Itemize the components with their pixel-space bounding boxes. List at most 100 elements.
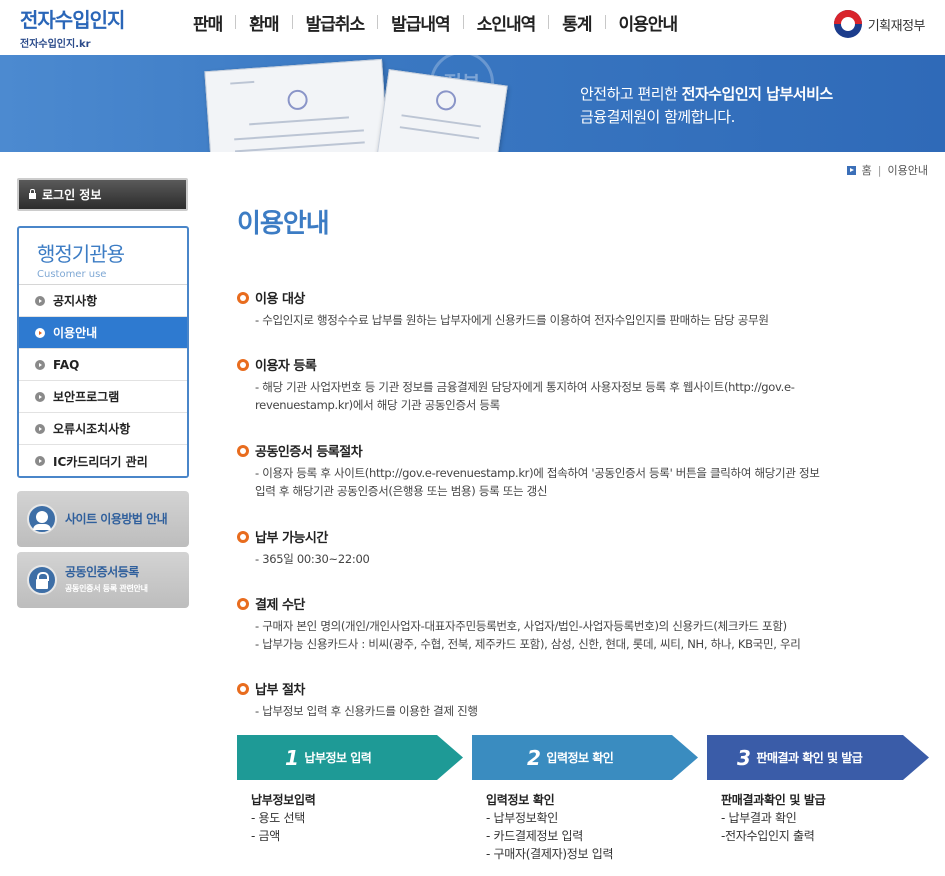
- sidebar-item-security-program[interactable]: 보안프로그램: [19, 381, 187, 413]
- sidebar-item-ic-card-reader[interactable]: IC카드리더기 관리: [19, 445, 187, 476]
- sidebar-item-faq[interactable]: FAQ: [19, 349, 187, 381]
- site-guide-label: 사이트 이용방법 안내: [65, 511, 168, 526]
- banner-line1-bold: 전자수입인지 납부서비스: [681, 85, 834, 103]
- cert-line: [230, 80, 255, 85]
- step-number: 3: [737, 745, 751, 770]
- step-1-payment-info: 1 납부정보 입력: [237, 735, 463, 780]
- certificate-illustration: [204, 58, 390, 152]
- banner-line1-prefix: 안전하고 편리한: [580, 85, 682, 103]
- section-line: - 이용자 등록 후 사이트(http://gov.e-revenuestamp…: [255, 466, 820, 480]
- step-2-verify-info: 2 입력정보 확인: [472, 735, 698, 780]
- orange-circle-bullet-icon: [237, 530, 249, 543]
- section-heading: 납부 절차: [237, 679, 937, 698]
- step-title: 입력정보 확인: [546, 751, 614, 765]
- step-details-item: - 금액: [251, 829, 281, 843]
- step-label: 1 납부정보 입력: [285, 735, 372, 780]
- step-title: 판매결과 확인 및 발급: [756, 751, 863, 765]
- side-nav-title: 행정기관용: [37, 242, 125, 266]
- section-user-registration: 이용자 등록 - 해당 기관 사업자번호 등 기관 정보를 금융결제원 담당자에…: [237, 355, 937, 414]
- site-guide-button[interactable]: 사이트 이용방법 안내: [17, 491, 189, 547]
- nav-cancel-issue[interactable]: 발급취소: [293, 10, 378, 35]
- section-payment-procedure: 납부 절차 - 납부정보 입력 후 신용카드를 이용한 결제 진행: [237, 679, 937, 720]
- user-icon: [27, 504, 57, 534]
- section-heading-text: 납부 절차: [255, 683, 305, 698]
- orange-circle-bullet-icon: [237, 597, 249, 610]
- step-details-item: - 카드결제정보 입력: [486, 829, 583, 843]
- main-nav: 판매 환매 발급취소 발급내역 소인내역 통계 이용안내: [180, 8, 690, 36]
- sidebar-item-error-actions[interactable]: 오류시조치사항: [19, 413, 187, 445]
- breadcrumb-home[interactable]: 홈: [862, 162, 872, 178]
- gov-ministry-logo[interactable]: 기획재정부: [833, 10, 926, 38]
- section-line: - 365일 00:30~22:00: [255, 552, 370, 566]
- padlock-icon: [27, 565, 57, 595]
- sidebar-item-label: 이용안내: [53, 326, 98, 340]
- step-details-item: - 구매자(결제자)정보 입력: [486, 847, 614, 861]
- sidebar-item-label: IC카드리더기 관리: [53, 454, 148, 469]
- arrow-bullet-icon: [35, 456, 45, 466]
- taegeuk-emblem-icon: [833, 10, 862, 38]
- step-details-item: - 납부정보확인: [486, 811, 558, 825]
- section-line: - 납부가능 신용카드사 : 비씨(광주, 수협, 전북, 제주카드 포함), …: [255, 637, 801, 651]
- section-heading: 납부 가능시간: [237, 527, 937, 546]
- breadcrumb-separator: |: [877, 163, 882, 177]
- login-info-button[interactable]: 로그인 정보: [17, 178, 188, 211]
- nav-statistics[interactable]: 통계: [549, 10, 604, 35]
- sidebar-item-label: 보안프로그램: [53, 390, 120, 404]
- orange-circle-bullet-icon: [237, 358, 249, 371]
- cert-register-subtitle: 공동인증서 등록 관련안내: [65, 583, 148, 593]
- section-heading-text: 결제 수단: [255, 598, 305, 613]
- cert-line: [249, 116, 350, 126]
- section-body: - 수입인지로 행정수수료 납부를 원하는 납부자에게 신용카드를 이용하여 전…: [237, 311, 937, 329]
- section-line: - 해당 기관 사업자번호 등 기관 정보를 금융결제원 담당자에게 통지하여 …: [255, 380, 795, 394]
- section-payment-methods: 결제 수단 - 구매자 본인 명의(개인/개인사업자-대표자주민등록번호, 사업…: [237, 594, 937, 653]
- section-heading-text: 공동인증서 등록절차: [255, 445, 363, 460]
- section-line: - 구매자 본인 명의(개인/개인사업자-대표자주민등록번호, 사업자/법인-사…: [255, 619, 787, 633]
- sidebar-item-notice[interactable]: 공지사항: [19, 285, 187, 317]
- arrow-bullet-icon: [35, 295, 45, 306]
- cert-register-button[interactable]: 공동인증서등록 공동인증서 등록 관련안내: [17, 552, 189, 608]
- step-2-details: 입력정보 확인 - 납부정보확인 - 카드결제정보 입력 - 구매자(결제자)정…: [486, 791, 614, 863]
- side-nav-header: 행정기관용 Customer use: [19, 228, 187, 285]
- nav-usage-guide[interactable]: 이용안내: [606, 10, 691, 35]
- section-body: - 납부정보 입력 후 신용카드를 이용한 결제 진행: [237, 702, 937, 720]
- step-details-title: 판매결과확인 및 발급: [721, 793, 826, 807]
- nav-sell[interactable]: 판매: [180, 10, 235, 35]
- section-body: - 구매자 본인 명의(개인/개인사업자-대표자주민등록번호, 사업자/법인-사…: [237, 617, 937, 653]
- cert-line: [234, 129, 364, 141]
- login-info-label: 로그인 정보: [42, 188, 102, 202]
- arrow-bullet-icon: [35, 391, 45, 402]
- step-3-details: 판매결과확인 및 발급 - 납부결과 확인 -전자수입인지 출력: [721, 791, 826, 845]
- step-1-details: 납부정보입력 - 용도 선택 - 금액: [251, 791, 316, 845]
- section-body: - 해당 기관 사업자번호 등 기관 정보를 금융결제원 담당자에게 통지하여 …: [237, 378, 937, 414]
- sidebar-item-label: 오류시조치사항: [53, 422, 131, 436]
- step-title: 납부정보 입력: [304, 751, 372, 765]
- site-logo[interactable]: 전자수입인지 전자수입인지.kr: [20, 4, 125, 50]
- section-target-users: 이용 대상 - 수입인지로 행정수수료 납부를 원하는 납부자에게 신용카드를 …: [237, 288, 937, 329]
- step-details-item: - 납부결과 확인: [721, 811, 797, 825]
- arrow-bullet-icon: [35, 327, 45, 338]
- section-heading: 이용자 등록: [237, 355, 937, 374]
- logo-title: 전자수입인지: [20, 8, 125, 32]
- cert-register-title: 공동인증서등록: [65, 564, 139, 579]
- lock-icon: [29, 188, 36, 199]
- cert-register-label: 공동인증서등록 공동인증서 등록 관련안내: [65, 565, 148, 596]
- nav-issue-history[interactable]: 발급내역: [378, 10, 463, 35]
- breadcrumb: 홈 | 이용안내: [846, 162, 928, 178]
- section-line: 입력 후 해당기관 공동인증서(은행용 또는 범용) 등록 또는 갱신: [255, 484, 548, 498]
- orange-circle-bullet-icon: [237, 444, 249, 457]
- section-body: - 365일 00:30~22:00: [237, 550, 937, 568]
- nav-refund[interactable]: 환매: [236, 10, 291, 35]
- nav-cancel-stamp-history[interactable]: 소인내역: [464, 10, 549, 35]
- step-3-result-issue: 3 판매결과 확인 및 발급: [707, 735, 929, 780]
- sidebar-item-label: 공지사항: [53, 294, 98, 308]
- step-number: 2: [527, 745, 541, 770]
- banner-line2: 금융결제원이 함께합니다.: [580, 108, 735, 126]
- home-arrow-icon: [846, 165, 856, 175]
- sidebar-item-usage-guide[interactable]: 이용안내: [19, 317, 187, 349]
- section-body: - 이용자 등록 후 사이트(http://gov.e-revenuestamp…: [237, 464, 937, 500]
- cert-line: [399, 126, 480, 140]
- cert-line: [234, 141, 365, 152]
- sidebar-item-label: FAQ: [53, 357, 80, 372]
- banner-copy: 안전하고 편리한 전자수입인지 납부서비스 금융결제원이 함께합니다.: [580, 83, 833, 129]
- step-label: 3 판매결과 확인 및 발급: [737, 735, 863, 780]
